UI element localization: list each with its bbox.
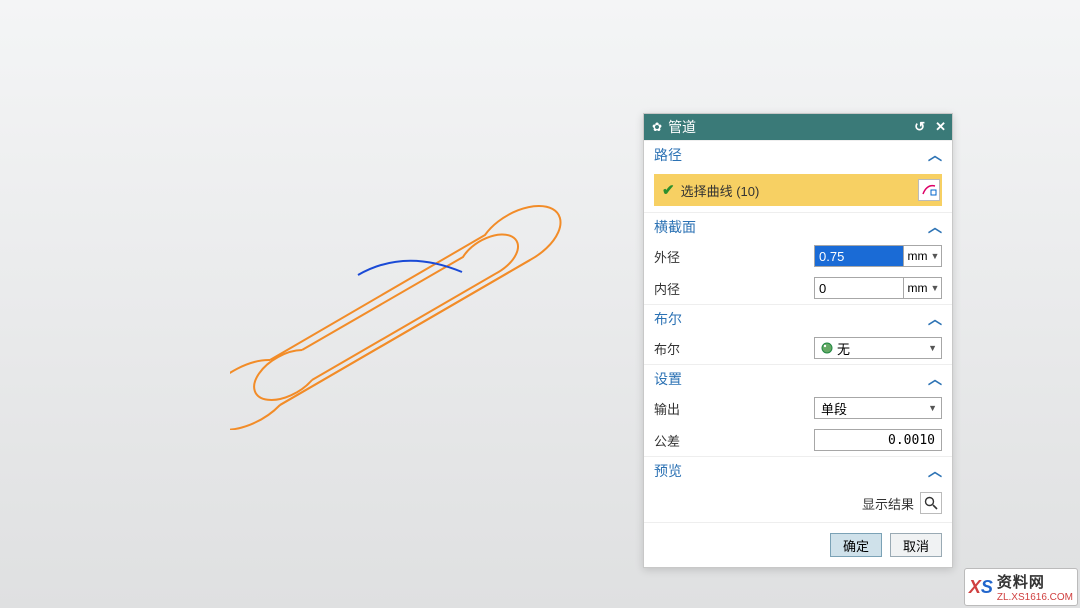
caret-up-icon[interactable]: ︿ xyxy=(928,461,942,481)
boolean-value: 无 xyxy=(837,339,928,358)
watermark-brand: 资料网 xyxy=(997,571,1073,592)
ok-button[interactable]: 确定 xyxy=(830,533,882,557)
outer-diameter-input[interactable] xyxy=(814,245,904,267)
boolean-row: 布尔 无 ▼ xyxy=(644,332,952,364)
outer-diameter-label: 外径 xyxy=(654,247,814,266)
section-title: 路径 xyxy=(654,145,928,165)
caret-up-icon[interactable]: ︿ xyxy=(928,369,942,389)
watermark-badge: XS 资料网 ZL.XS1616.COM xyxy=(964,568,1078,606)
section-cross-header[interactable]: 横截面 ︿ xyxy=(644,212,952,240)
output-value: 单段 xyxy=(821,399,928,418)
show-result-label: 显示结果 xyxy=(862,494,914,513)
output-dropdown[interactable]: 单段 ▼ xyxy=(814,397,942,419)
tolerance-label: 公差 xyxy=(654,431,814,450)
section-title: 设置 xyxy=(654,369,928,389)
watermark-logo: XS xyxy=(969,577,993,598)
show-result-row: 显示结果 xyxy=(644,484,952,522)
inner-diameter-row: 内径 mm ▼ xyxy=(644,272,952,304)
inner-diameter-unit-dropdown[interactable]: mm ▼ xyxy=(904,277,942,299)
chevron-down-icon: ▼ xyxy=(931,283,940,293)
section-settings-header[interactable]: 设置 ︿ xyxy=(644,364,952,392)
settings-icon: ✿ xyxy=(652,120,662,134)
caret-up-icon[interactable]: ︿ xyxy=(928,217,942,237)
tolerance-input[interactable] xyxy=(814,429,942,451)
section-title: 横截面 xyxy=(654,217,928,237)
outer-diameter-unit-dropdown[interactable]: mm ▼ xyxy=(904,245,942,267)
cancel-button[interactable]: 取消 xyxy=(890,533,942,557)
tube-dialog: ✿ 管道 ↺ ✕ 路径 ︿ ✔ 选择曲线 (10) 横截面 ︿ 外径 mm ▼ … xyxy=(643,113,953,568)
chevron-down-icon: ▼ xyxy=(931,251,940,261)
section-preview-header[interactable]: 预览 ︿ xyxy=(644,456,952,484)
boolean-dropdown[interactable]: 无 ▼ xyxy=(814,337,942,359)
dialog-titlebar[interactable]: ✿ 管道 ↺ ✕ xyxy=(644,114,952,140)
path-selection-label: 选择曲线 (10) xyxy=(681,181,918,200)
none-boolean-icon xyxy=(821,342,833,354)
check-icon: ✔ xyxy=(662,181,675,199)
watermark-url: ZL.XS1616.COM xyxy=(997,592,1073,603)
magnifier-icon[interactable] xyxy=(920,492,942,514)
section-title: 预览 xyxy=(654,461,928,481)
inner-diameter-input[interactable] xyxy=(814,277,904,299)
output-label: 输出 xyxy=(654,399,814,418)
boolean-label: 布尔 xyxy=(654,339,814,358)
path-selection-row[interactable]: ✔ 选择曲线 (10) xyxy=(654,174,942,206)
dialog-title: 管道 xyxy=(668,117,904,137)
unit-label: mm xyxy=(908,249,928,263)
outer-diameter-row: 外径 mm ▼ xyxy=(644,240,952,272)
dialog-button-row: 确定 取消 xyxy=(644,522,952,567)
unit-label: mm xyxy=(908,281,928,295)
section-boolean-header[interactable]: 布尔 ︿ xyxy=(644,304,952,332)
reset-icon[interactable]: ↺ xyxy=(914,119,925,135)
inner-diameter-label: 内径 xyxy=(654,279,814,298)
output-row: 输出 单段 ▼ xyxy=(644,392,952,424)
close-icon[interactable]: ✕ xyxy=(935,119,946,135)
curve-select-icon[interactable] xyxy=(918,179,940,201)
chevron-down-icon: ▼ xyxy=(928,403,937,413)
section-path-header[interactable]: 路径 ︿ xyxy=(644,140,952,168)
caret-up-icon[interactable]: ︿ xyxy=(928,309,942,329)
caret-up-icon[interactable]: ︿ xyxy=(928,145,942,165)
tolerance-row: 公差 xyxy=(644,424,952,456)
chevron-down-icon: ▼ xyxy=(928,343,937,353)
section-title: 布尔 xyxy=(654,309,928,329)
paperclip-sketch[interactable] xyxy=(230,200,610,430)
